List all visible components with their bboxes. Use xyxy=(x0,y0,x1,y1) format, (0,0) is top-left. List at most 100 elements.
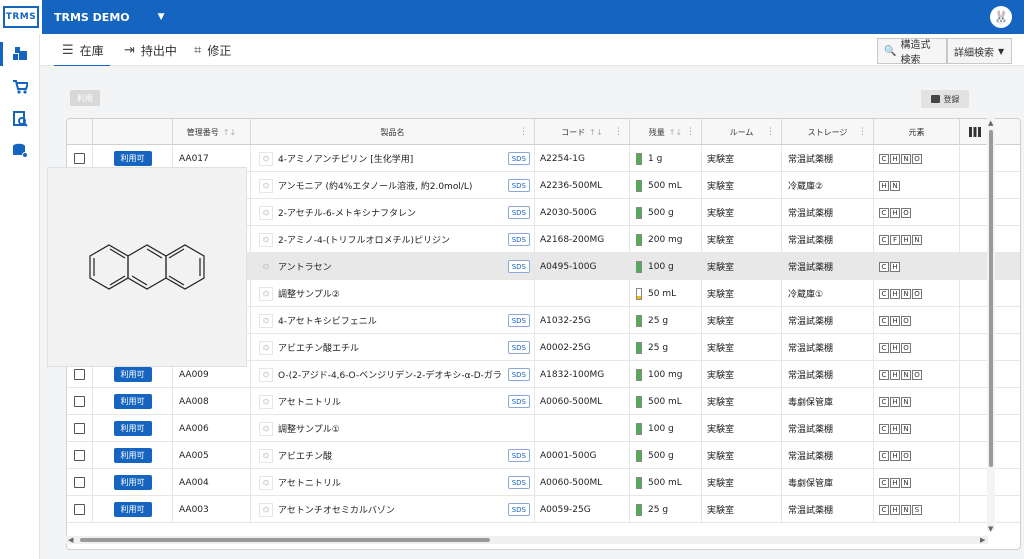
structure-thumbnail-icon[interactable]: ⌬ xyxy=(259,205,273,220)
product-cell[interactable]: ⌬ アセトニトリル SDS xyxy=(251,469,535,496)
cart-icon[interactable] xyxy=(11,78,29,96)
chevron-down-icon[interactable]: ▼ xyxy=(158,12,165,22)
product-cell[interactable]: ⌬ 2-アミノ-4-(トリフルオロメチル)ピリジン SDS xyxy=(251,226,535,253)
table-row[interactable]: 利用可 AA008 ⌬ アセトニトリル SDS A0060-500ML 500 mL 実験室 毒… xyxy=(67,388,1020,415)
product-cell[interactable]: ⌬ アビエチン酸 SDS xyxy=(251,442,535,469)
structure-thumbnail-icon[interactable]: ⌬ xyxy=(259,286,273,301)
sort-icon[interactable]: ↑↓ xyxy=(589,128,602,137)
structure-thumbnail-icon[interactable]: ⌬ xyxy=(259,448,273,463)
database-settings-icon[interactable] xyxy=(11,142,29,160)
product-name[interactable]: 2-アセチル-6-メトキシナフタレン xyxy=(278,206,416,219)
use-button[interactable]: 利用 xyxy=(70,90,100,106)
sds-button[interactable]: SDS xyxy=(507,233,530,246)
column-menu-icon[interactable]: ⋮ xyxy=(519,127,528,137)
sds-button[interactable]: SDS xyxy=(507,449,530,462)
product-name[interactable]: アビエチン酸 xyxy=(278,449,332,462)
sort-icon[interactable]: ↑↓ xyxy=(223,128,236,137)
structure-thumbnail-icon[interactable]: ⌬ xyxy=(259,394,273,409)
status-button[interactable]: 利用可 xyxy=(113,394,152,409)
header-storage[interactable]: ストレージ ⋮ xyxy=(782,119,874,145)
sds-button[interactable]: SDS xyxy=(507,260,530,273)
table-row[interactable]: 利用可 AA005 ⌬ アビエチン酸 SDS A0001-500G 500 g 実験室 常温試薬… xyxy=(67,442,1020,469)
app-logo[interactable]: TRMS xyxy=(0,0,42,34)
structure-thumbnail-icon[interactable]: ⌬ xyxy=(259,151,273,166)
sort-icon[interactable]: ↑↓ xyxy=(669,128,682,137)
structure-thumbnail-icon[interactable]: ⌬ xyxy=(259,421,273,436)
product-name[interactable]: O-(2-アジド-4,6-O-ベンジリデン-2-デオキシ-α-D-ガラ xyxy=(278,368,502,381)
scroll-down-icon[interactable]: ▼ xyxy=(988,525,993,533)
table-row[interactable]: 利用可 AA004 ⌬ アセトニトリル SDS A0060-500ML 500 mL 実験室 毒… xyxy=(67,469,1020,496)
product-name[interactable]: アントラセン xyxy=(278,260,332,273)
header-amount[interactable]: 残量 ↑↓ ⋮ xyxy=(630,119,702,145)
structure-thumbnail-icon[interactable]: ⌬ xyxy=(259,259,273,274)
sds-button[interactable]: SDS xyxy=(507,314,530,327)
product-name[interactable]: 調整サンプル② xyxy=(278,287,340,300)
header-room[interactable]: ルーム ⋮ xyxy=(702,119,782,145)
product-cell[interactable]: ⌬ アンモニア (約4%エタノール溶液, 約2.0mol/L) SDS xyxy=(251,172,535,199)
product-cell[interactable]: ⌬ アビエチン酸エチル SDS xyxy=(251,334,535,361)
status-button[interactable]: 利用可 xyxy=(113,502,152,517)
structure-thumbnail-icon[interactable]: ⌬ xyxy=(259,367,273,382)
status-button[interactable]: 利用可 xyxy=(113,421,152,436)
product-cell[interactable]: ⌬ 4-アセトキシビフェニル SDS xyxy=(251,307,535,334)
register-button[interactable]: 登録 xyxy=(921,90,969,108)
row-checkbox[interactable] xyxy=(74,423,85,434)
sds-button[interactable]: SDS xyxy=(507,206,530,219)
row-checkbox[interactable] xyxy=(74,504,85,515)
structure-thumbnail-icon[interactable]: ⌬ xyxy=(259,340,273,355)
user-avatar-icon[interactable]: 🐰 xyxy=(990,6,1012,28)
product-name[interactable]: 調整サンプル① xyxy=(278,422,340,435)
product-cell[interactable]: ⌬ アセトニトリル SDS xyxy=(251,388,535,415)
row-checkbox[interactable] xyxy=(74,153,85,164)
structure-thumbnail-icon[interactable]: ⌬ xyxy=(259,313,273,328)
sds-button[interactable]: SDS xyxy=(507,368,530,381)
product-name[interactable]: アセトニトリル xyxy=(278,395,341,408)
product-cell[interactable]: ⌬ 調整サンプル① xyxy=(251,415,535,442)
tab-checked-out[interactable]: ⇥ 持出中 xyxy=(124,34,177,66)
product-cell[interactable]: ⌬ 2-アセチル-6-メトキシナフタレン SDS xyxy=(251,199,535,226)
tab-edit[interactable]: ⌗ 修正 xyxy=(194,34,231,66)
column-menu-icon[interactable]: ⋮ xyxy=(614,127,623,137)
inventory-icon[interactable] xyxy=(11,44,29,62)
product-name[interactable]: アセトニトリル xyxy=(278,476,341,489)
structure-thumbnail-icon[interactable]: ⌬ xyxy=(259,502,273,517)
column-menu-icon[interactable]: ⋮ xyxy=(858,127,867,137)
row-checkbox[interactable] xyxy=(74,396,85,407)
table-row[interactable]: 利用可 AA003 ⌬ アセトンチオセミカルバゾン SDS A0059-25G 25 g 実験… xyxy=(67,496,1020,523)
detail-search-button[interactable]: 詳細検索 ▼ xyxy=(947,38,1012,64)
structure-search-button[interactable]: 🔍 構造式検索 xyxy=(877,38,947,66)
header-product[interactable]: 製品名 ⋮ xyxy=(251,119,535,145)
product-name[interactable]: 2-アミノ-4-(トリフルオロメチル)ピリジン xyxy=(278,233,450,246)
column-menu-icon[interactable]: ⋮ xyxy=(686,127,695,137)
row-checkbox[interactable] xyxy=(74,369,85,380)
product-cell[interactable]: ⌬ 4-アミノアンチピリン [生化学用] SDS xyxy=(251,145,535,172)
horizontal-scroll-thumb[interactable] xyxy=(80,538,490,542)
product-cell[interactable]: ⌬ O-(2-アジド-4,6-O-ベンジリデン-2-デオキシ-α-D-ガラ SDS xyxy=(251,361,535,388)
product-cell[interactable]: ⌬ アントラセン SDS xyxy=(251,253,535,280)
vertical-scroll-thumb[interactable] xyxy=(989,130,993,467)
sds-button[interactable]: SDS xyxy=(507,341,530,354)
column-menu-icon[interactable]: ⋮ xyxy=(766,127,775,137)
scroll-right-icon[interactable]: ▶ xyxy=(980,536,985,544)
structure-thumbnail-icon[interactable]: ⌬ xyxy=(259,232,273,247)
product-name[interactable]: アビエチン酸エチル xyxy=(278,341,359,354)
sds-button[interactable]: SDS xyxy=(507,395,530,408)
structure-thumbnail-icon[interactable]: ⌬ xyxy=(259,178,273,193)
product-cell[interactable]: ⌬ アセトンチオセミカルバゾン SDS xyxy=(251,496,535,523)
status-button[interactable]: 利用可 xyxy=(113,151,152,166)
header-mgmt-no[interactable]: 管理番号 ↑↓ xyxy=(173,119,251,145)
tab-inventory[interactable]: ☰ 在庫 xyxy=(54,34,110,67)
document-search-icon[interactable] xyxy=(11,110,29,128)
app-title[interactable]: TRMS DEMO xyxy=(54,11,130,24)
product-cell[interactable]: ⌬ 調整サンプル② xyxy=(251,280,535,307)
status-button[interactable]: 利用可 xyxy=(113,448,152,463)
sds-button[interactable]: SDS xyxy=(507,179,530,192)
sds-button[interactable]: SDS xyxy=(507,152,530,165)
product-name[interactable]: アセトンチオセミカルバゾン xyxy=(278,503,395,516)
status-button[interactable]: 利用可 xyxy=(113,475,152,490)
header-code[interactable]: コード ↑↓ ⋮ xyxy=(535,119,630,145)
status-button[interactable]: 利用可 xyxy=(113,367,152,382)
sds-button[interactable]: SDS xyxy=(507,476,530,489)
sds-button[interactable]: SDS xyxy=(507,503,530,516)
structure-thumbnail-icon[interactable]: ⌬ xyxy=(259,475,273,490)
